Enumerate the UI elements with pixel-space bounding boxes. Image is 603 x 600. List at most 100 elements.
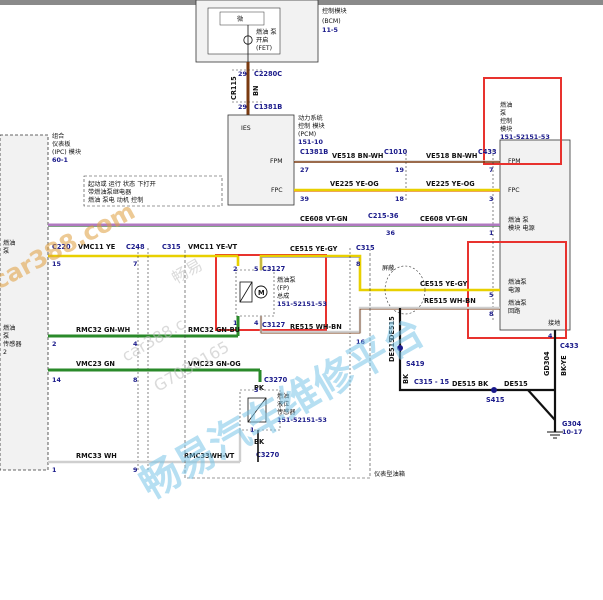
pin-ipc-2: 2: [52, 340, 56, 348]
pin-c248-7: 7: [133, 260, 137, 268]
start-note-box: 起动或 运行 状态 下打开 带燃油泵继电器 燃油 泵电 动机 控制: [83, 175, 223, 207]
fpdm-fppwr-2: 电源: [508, 286, 520, 294]
bcm-ref: 11-5: [322, 26, 338, 34]
pcm-ies: IES: [241, 125, 251, 132]
pcm-title-2: 控制 模块: [298, 122, 325, 130]
wire-re515-right: RE515 WH-BN: [424, 297, 476, 305]
ground-icon: [547, 431, 563, 439]
pin-pcm-fpm: 27: [300, 166, 309, 174]
ipc-side-2: 泵: [3, 333, 9, 340]
pcm-title-1: 动力系统: [298, 114, 323, 122]
shield-label: 屏蔽: [382, 264, 395, 272]
bcm-title: 控制模块: [322, 7, 347, 15]
pin-fpdm-fpc: 3: [489, 195, 493, 203]
pcm-title-3: (PCM): [298, 131, 316, 138]
fp-ref: 151-52151-53: [277, 300, 327, 308]
pin-ce608-l: 36: [386, 229, 395, 237]
wire-re515-mid: RE515 WH-BN: [290, 323, 342, 331]
wire-ce608-left: CE608 VT-GN: [300, 215, 348, 223]
wire-gd304-color: BK-YE: [560, 355, 568, 376]
fpdm-fppwr-1: 燃油泵: [508, 278, 527, 286]
pin-c248-8: 8: [133, 376, 138, 384]
pin-c2280c: 29: [238, 70, 247, 78]
ipc-title-1: 组合: [52, 132, 64, 140]
pin-pcm-fpc: 39: [300, 195, 309, 203]
pin-fpdm-8: 8: [489, 310, 494, 318]
pin-fp-5: 5: [254, 265, 258, 273]
ipc-title-2: 仪表板: [52, 140, 71, 148]
connector-c2280c: C2280C: [254, 70, 282, 78]
tank-note: 仪表型油箱: [374, 470, 405, 478]
fpdm-pwr-1: 燃油 泵: [508, 216, 529, 224]
connector-c315-b: C315: [356, 244, 375, 252]
watermark-small-2: car388.c: [119, 314, 189, 365]
ipc-title-3: (IPC) 模块: [52, 148, 81, 156]
pcm-ref: 151-10: [298, 138, 323, 146]
connector-c1381b-fpm: C1381B: [300, 148, 328, 156]
pin-c433-4: 4: [548, 332, 553, 340]
fpdm-fpc: FPC: [508, 187, 520, 194]
fpdm-fpret-2: 回路: [508, 307, 521, 315]
fpdm-title-3: 控制: [500, 117, 512, 125]
wire-gd304-name: GD304: [543, 351, 551, 376]
fpdm-fpret-1: 燃油泵: [508, 299, 527, 307]
pin-fp-2: 2: [233, 265, 237, 273]
fpdm-title-2: 泵: [500, 110, 506, 117]
fpdm-title-1: 燃油: [500, 101, 512, 109]
ipc-side-3: 传感器: [3, 340, 22, 348]
start-note-1: 起动或 运行 状态 下打开: [88, 180, 156, 188]
fpdm-ref: 151-52151-53: [500, 133, 550, 141]
wire-de515-d: DE515: [504, 380, 528, 388]
pcm-fpc: FPC: [271, 187, 283, 194]
splice-s415-label: S415: [486, 396, 505, 404]
fet-label-2: 开启: [256, 36, 268, 44]
connector-c433-bot: C433: [560, 342, 579, 350]
wire-rmc32-left: RMC32 GN-WH: [76, 326, 130, 334]
watermark-small-1: 畅易: [169, 255, 206, 287]
wire-ce515-right: CE515 YE-GY: [420, 280, 468, 288]
fp-title-2: (FP): [277, 285, 289, 292]
pin-ce608-r: 1: [489, 229, 493, 237]
wire-cr115-color: BN: [252, 85, 260, 96]
fp-title-1: 燃油泵: [277, 276, 296, 284]
pcm-fpm: FPM: [270, 158, 283, 165]
fpdm-pwr-2: 模块 电源: [508, 224, 535, 232]
splice-s415: [491, 387, 497, 393]
connector-c433-top: C433: [478, 148, 497, 156]
connector-c1010: C1010: [384, 148, 408, 156]
connector-c215-36: C215-36: [368, 212, 399, 220]
fp-title-3: 总成: [277, 292, 289, 300]
pin-fpdm-5: 5: [489, 291, 493, 299]
wire-cr115-name: CR115: [230, 76, 238, 100]
bcm-module: 微 燃油 泵 开启 (FET) 控制模块 (BCM) 11-5: [195, 0, 347, 63]
fpdm-ground: 接地: [548, 319, 560, 327]
wiring-diagram: 微 燃油 泵 开启 (FET) 控制模块 (BCM) 11-5 29 C2280…: [0, 0, 603, 509]
start-note-2: 带燃油泵继电器: [88, 188, 132, 196]
bcm-subtitle: (BCM): [322, 18, 341, 25]
fet-label-3: (FET): [256, 45, 272, 52]
fuel-pump-assembly: M 燃油泵 (FP) 总成 151-52151-53: [235, 269, 327, 317]
ipc-side-1: 燃油: [3, 324, 15, 332]
connector-c1381b-top: C1381B: [254, 103, 282, 111]
fpdm-title-4: 模块: [500, 125, 512, 133]
wire-ve225-left: VE225 YE-OG: [330, 180, 379, 188]
connector-c315-a: C315: [162, 243, 181, 251]
bcm-inner-label: 微: [237, 15, 243, 23]
connector-c3270-bot: C3270: [256, 451, 280, 459]
pin-mid-fpc: 18: [395, 195, 404, 203]
pin-ipc-14: 14: [52, 376, 61, 384]
connector-c315-15: C315 - 15: [414, 378, 450, 386]
watermark-big: 畅易汽车维修平台: [132, 309, 432, 509]
fet-label-1: 燃油 泵: [256, 28, 277, 36]
wire-vmc23-left: VMC23 GN: [76, 360, 115, 368]
wire-de515-e: BK: [402, 373, 410, 384]
motor-label: M: [258, 289, 265, 297]
ground-g304: G304: [562, 420, 582, 428]
wire-rmc32-right: RMC32 GN-BU: [188, 326, 240, 334]
wire-ce608-right: CE608 VT-GN: [420, 215, 468, 223]
pin-mid-fpm: 19: [395, 166, 404, 174]
ipc-side-4: 2: [3, 349, 7, 356]
wire-ce515-top: CE515 YE-GY: [290, 245, 338, 253]
wire-pk: PK: [254, 384, 265, 392]
connector-c3127-top: C3127: [262, 265, 286, 273]
